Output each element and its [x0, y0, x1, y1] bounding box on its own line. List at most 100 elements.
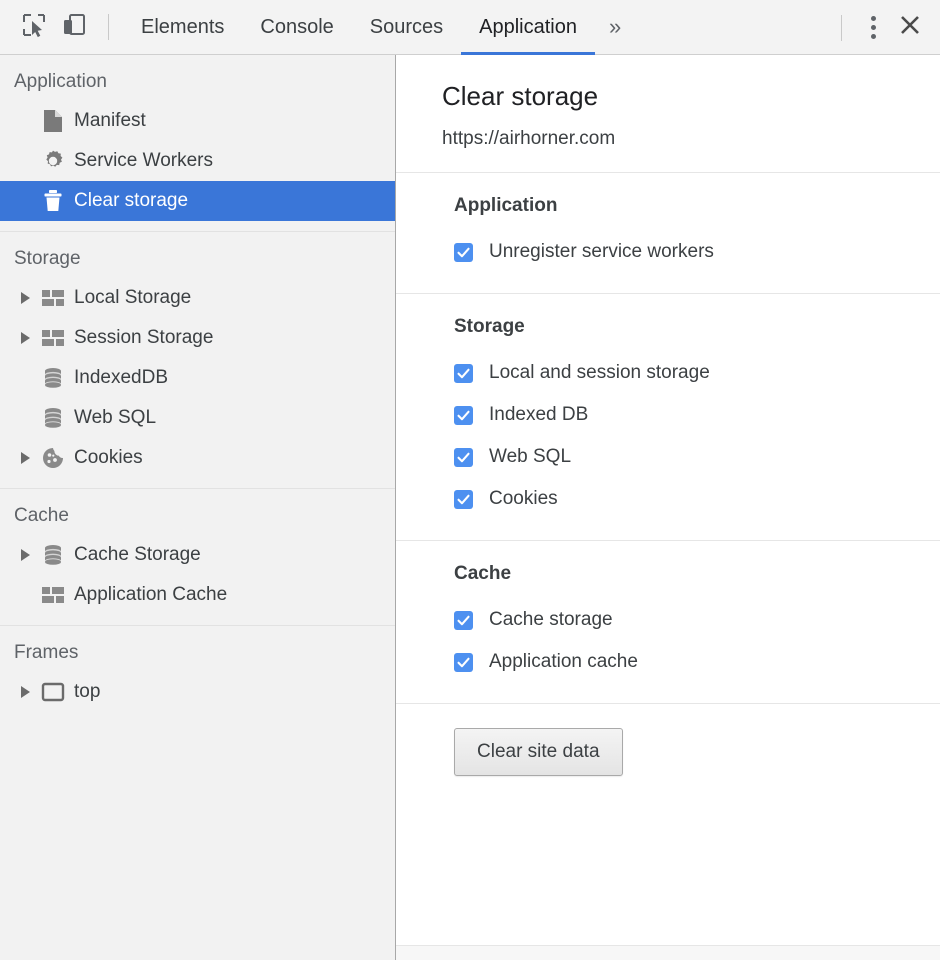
cookie-icon [36, 446, 70, 470]
checkbox-row-cookies[interactable]: Cookies [454, 478, 940, 520]
sidebar-item-label: Service Workers [70, 150, 213, 172]
tab-label: Application [479, 16, 577, 39]
trash-icon [36, 189, 70, 213]
gear-icon [36, 149, 70, 173]
sidebar-item-session-storage[interactable]: Session Storage [0, 318, 395, 358]
checkbox-label: Unregister service workers [473, 241, 714, 263]
section-cache: Cache Cache storage Application cache [396, 541, 940, 703]
sidebar-item-web-sql[interactable]: Web SQL [0, 398, 395, 438]
devtools-body: Application Manifest [0, 55, 940, 960]
sidebar-item-clear-storage[interactable]: Clear storage [0, 181, 395, 221]
tab-console[interactable]: Console [242, 0, 351, 55]
chevron-double-right-icon: » [609, 14, 621, 40]
section-title: Storage [454, 316, 940, 352]
checkbox-label: Cache storage [473, 609, 613, 631]
inspect-element-icon [21, 12, 47, 43]
sidebar-item-label: Cookies [70, 447, 143, 469]
table-icon [36, 328, 70, 348]
more-options-button[interactable] [856, 11, 890, 45]
checkbox-checked-icon[interactable] [454, 611, 473, 630]
sidebar-item-label: Local Storage [70, 287, 191, 309]
more-options-icon [871, 34, 876, 39]
toolbar-right-controls [827, 0, 930, 55]
section-title: Cache [454, 563, 940, 599]
checkbox-row-unregister-service-workers[interactable]: Unregister service workers [454, 231, 940, 273]
device-toolbar-button[interactable] [54, 7, 94, 47]
more-options-icon [871, 16, 876, 21]
checkbox-checked-icon[interactable] [454, 490, 473, 509]
tab-sources[interactable]: Sources [352, 0, 461, 55]
sidebar-item-local-storage[interactable]: Local Storage [0, 278, 395, 318]
clear-button-container: Clear site data [396, 704, 940, 802]
document-icon [36, 109, 70, 133]
checkbox-row-local-and-session-storage[interactable]: Local and session storage [454, 352, 940, 394]
expand-triangle-icon[interactable] [14, 549, 36, 561]
device-toolbar-icon [61, 12, 87, 43]
checkbox-row-web-sql[interactable]: Web SQL [454, 436, 940, 478]
checkbox-label: Application cache [473, 651, 638, 673]
checkbox-row-application-cache[interactable]: Application cache [454, 641, 940, 683]
tab-application[interactable]: Application [461, 0, 595, 55]
expand-triangle-icon[interactable] [14, 452, 36, 464]
sidebar-item-cache-storage[interactable]: Cache Storage [0, 535, 395, 575]
close-icon [898, 13, 922, 42]
database-icon [36, 407, 70, 429]
toolbar-divider [108, 14, 109, 40]
sidebar-item-label: Web SQL [70, 407, 156, 429]
application-sidebar[interactable]: Application Manifest [0, 55, 396, 960]
inspect-element-button[interactable] [14, 7, 54, 47]
sidebar-item-label: top [70, 681, 100, 703]
checkbox-checked-icon[interactable] [454, 243, 473, 262]
database-icon [36, 544, 70, 566]
sidebar-item-indexeddb[interactable]: IndexedDB [0, 358, 395, 398]
checkbox-checked-icon[interactable] [454, 406, 473, 425]
clear-storage-panel: Clear storage https://airhorner.com Appl… [396, 55, 940, 960]
page-title: Clear storage [442, 81, 940, 128]
origin-label: https://airhorner.com [442, 128, 940, 150]
sidebar-item-label: IndexedDB [70, 367, 168, 389]
checkbox-label: Web SQL [473, 446, 571, 468]
sidebar-item-cookies[interactable]: Cookies [0, 438, 395, 478]
sidebar-group-header: Application [0, 67, 395, 101]
toolbar-divider-right [841, 15, 842, 41]
section-title: Application [454, 195, 940, 231]
more-options-icon [871, 25, 876, 30]
tab-elements[interactable]: Elements [123, 0, 242, 55]
frame-icon [36, 682, 70, 702]
sidebar-item-label: Cache Storage [70, 544, 201, 566]
sidebar-item-label: Clear storage [70, 190, 188, 212]
checkbox-checked-icon[interactable] [454, 653, 473, 672]
sidebar-item-service-workers[interactable]: Service Workers [0, 141, 395, 181]
sidebar-group-storage: Storage Local Storage [0, 231, 395, 488]
sidebar-item-label: Application Cache [70, 584, 227, 606]
sidebar-item-top-frame[interactable]: top [0, 672, 395, 712]
sidebar-item-label: Manifest [70, 110, 146, 132]
sidebar-item-label: Session Storage [70, 327, 213, 349]
sidebar-item-application-cache[interactable]: Application Cache [0, 575, 395, 615]
section-application: Application Unregister service workers [396, 173, 940, 293]
checkbox-checked-icon[interactable] [454, 364, 473, 383]
section-storage: Storage Local and session storage Indexe… [396, 294, 940, 540]
expand-triangle-icon[interactable] [14, 686, 36, 698]
sidebar-group-header: Frames [0, 638, 395, 672]
tab-overflow-button[interactable]: » [595, 0, 635, 55]
clear-site-data-button[interactable]: Clear site data [454, 728, 623, 776]
table-icon [36, 288, 70, 308]
expand-triangle-icon[interactable] [14, 332, 36, 344]
devtools-tab-bar: Elements Console Sources Application » [123, 0, 635, 55]
sidebar-group-frames: Frames top [0, 625, 395, 722]
checkbox-label: Cookies [473, 488, 558, 510]
sidebar-group-application: Application Manifest [0, 67, 395, 231]
checkbox-checked-icon[interactable] [454, 448, 473, 467]
tab-label: Console [260, 16, 333, 39]
checkbox-row-indexed-db[interactable]: Indexed DB [454, 394, 940, 436]
table-icon [36, 585, 70, 605]
checkbox-label: Indexed DB [473, 404, 588, 426]
database-icon [36, 367, 70, 389]
sidebar-item-manifest[interactable]: Manifest [0, 101, 395, 141]
sidebar-group-cache: Cache [0, 488, 395, 625]
expand-triangle-icon[interactable] [14, 292, 36, 304]
checkbox-label: Local and session storage [473, 362, 710, 384]
close-button[interactable] [890, 8, 930, 48]
checkbox-row-cache-storage[interactable]: Cache storage [454, 599, 940, 641]
